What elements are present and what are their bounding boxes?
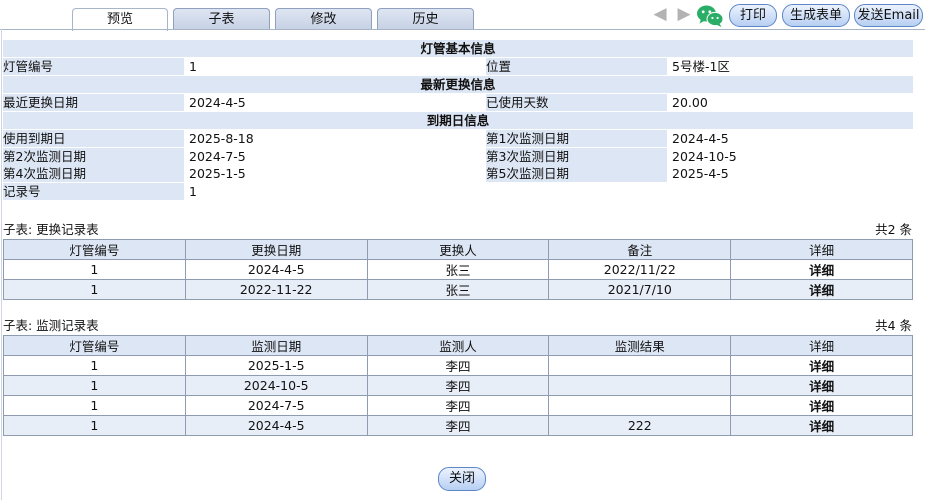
tab-edit[interactable]: 修改 xyxy=(275,8,372,30)
table-cell: 2024-10-5 xyxy=(184,375,368,396)
record-no-label: 记录号 xyxy=(3,183,184,200)
tab-subtable[interactable]: 子表 xyxy=(173,8,270,30)
column-header: 监测结果 xyxy=(548,335,732,356)
expiry-label: 使用到期日 xyxy=(3,130,184,147)
table-row: 1 2024-10-5 李四 详细 xyxy=(3,375,913,396)
section-header-basic: 灯管基本信息 xyxy=(3,40,913,57)
info-row: 第2次监测日期 2024-7-5 第3次监测日期 2024-10-5 xyxy=(3,148,913,165)
column-header: 监测人 xyxy=(366,335,550,356)
info-row: 第4次监测日期 2025-1-5 第5次监测日期 2025-4-5 xyxy=(3,165,913,182)
wechat-icon[interactable] xyxy=(696,4,724,28)
detail-link[interactable]: 详细 xyxy=(730,355,913,376)
detail-link[interactable]: 详细 xyxy=(730,375,913,396)
table-row: 1 2024-4-5 张三 2022/11/22 详细 xyxy=(3,259,913,280)
table-cell: 2022-11-22 xyxy=(184,279,368,300)
right-arrow-icon[interactable]: ▶ xyxy=(675,5,693,23)
table-cell: 1 xyxy=(3,279,186,300)
monitor-4-label: 第4次监测日期 xyxy=(3,165,184,182)
column-header: 更换日期 xyxy=(184,239,368,260)
table-cell xyxy=(548,395,732,416)
last-replace-value: 2024-4-5 xyxy=(189,95,246,110)
section-header-replace: 最新更换信息 xyxy=(3,76,913,93)
monitor-1-label: 第1次监测日期 xyxy=(486,130,667,147)
info-row: 灯管编号 1 位置 5号楼-1区 xyxy=(3,58,913,75)
column-header: 备注 xyxy=(548,239,732,260)
tab-bar-border xyxy=(0,29,925,30)
table-cell: 1 xyxy=(3,355,186,376)
table-cell: 2022/11/22 xyxy=(548,259,732,280)
close-button[interactable]: 关闭 xyxy=(438,467,486,491)
expiry-value: 2025-8-18 xyxy=(189,131,254,146)
tube-no-label: 灯管编号 xyxy=(3,58,184,75)
detail-link[interactable]: 详细 xyxy=(730,395,913,416)
monitor-table-title: 子表: 监测记录表 xyxy=(3,318,99,333)
table-header-row: 灯管编号 监测日期 监测人 监测结果 详细 xyxy=(3,335,913,356)
generate-form-button[interactable]: 生成表单 xyxy=(782,4,850,27)
replace-table: 灯管编号 更换日期 更换人 备注 详细 1 2024-4-5 张三 2022/1… xyxy=(3,239,913,300)
content-left-border xyxy=(1,29,2,500)
monitor-3-label: 第3次监测日期 xyxy=(486,148,667,165)
table-cell: 2025-1-5 xyxy=(184,355,368,376)
table-row: 1 2024-7-5 李四 详细 xyxy=(3,395,913,416)
table-cell: 2024-4-5 xyxy=(184,415,368,436)
info-row: 最近更换日期 2024-4-5 已使用天数 20.00 xyxy=(3,94,913,111)
record-no-value: 1 xyxy=(189,184,197,199)
table-row: 1 2025-1-5 李四 详细 xyxy=(3,355,913,376)
monitor-1-value: 2024-4-5 xyxy=(672,131,729,146)
table-cell: 1 xyxy=(3,259,186,280)
table-cell: 2024-4-5 xyxy=(184,259,368,280)
left-arrow-icon[interactable]: ◀ xyxy=(651,5,669,23)
last-replace-label: 最近更换日期 xyxy=(3,94,184,111)
table-cell: 李四 xyxy=(366,415,550,436)
location-value: 5号楼-1区 xyxy=(672,59,730,74)
detail-link[interactable]: 详细 xyxy=(730,259,913,280)
table-cell: 李四 xyxy=(366,355,550,376)
days-used-label: 已使用天数 xyxy=(486,94,667,111)
table-cell: 李四 xyxy=(366,375,550,396)
monitor-table-count: 共4 条 xyxy=(875,318,912,333)
table-row: 1 2024-4-5 李四 222 详细 xyxy=(3,415,913,436)
column-header: 更换人 xyxy=(366,239,550,260)
table-cell: 张三 xyxy=(366,279,550,300)
table-cell: 1 xyxy=(3,395,186,416)
table-cell: 张三 xyxy=(366,259,550,280)
replace-table-title: 子表: 更换记录表 xyxy=(3,222,99,237)
monitor-2-label: 第2次监测日期 xyxy=(3,148,184,165)
info-row: 使用到期日 2025-8-18 第1次监测日期 2024-4-5 xyxy=(3,130,913,147)
detail-link[interactable]: 详细 xyxy=(730,415,913,436)
monitor-4-value: 2025-1-5 xyxy=(189,166,246,181)
table-cell xyxy=(548,355,732,376)
table-row: 1 2022-11-22 张三 2021/7/10 详细 xyxy=(3,279,913,300)
tube-no-value: 1 xyxy=(189,59,197,74)
section-header-expiry: 到期日信息 xyxy=(3,112,913,129)
top-bar: 预览 子表 修改 历史 ◀ ▶ 打印 生成表单 发送Email xyxy=(0,0,925,31)
detail-link[interactable]: 详细 xyxy=(730,279,913,300)
table-cell xyxy=(548,375,732,396)
table-header-row: 灯管编号 更换日期 更换人 备注 详细 xyxy=(3,239,913,260)
monitor-5-label: 第5次监测日期 xyxy=(486,165,667,182)
send-email-button[interactable]: 发送Email xyxy=(854,4,923,27)
days-used-value: 20.00 xyxy=(672,95,708,110)
column-header: 灯管编号 xyxy=(3,239,186,260)
column-header: 监测日期 xyxy=(184,335,368,356)
monitor-5-value: 2025-4-5 xyxy=(672,166,729,181)
monitor-3-value: 2024-10-5 xyxy=(672,149,737,164)
table-cell: 李四 xyxy=(366,395,550,416)
replace-table-count: 共2 条 xyxy=(875,222,912,237)
table-cell: 1 xyxy=(3,415,186,436)
monitor-table: 灯管编号 监测日期 监测人 监测结果 详细 1 2025-1-5 李四 详细 1… xyxy=(3,335,913,436)
tab-history[interactable]: 历史 xyxy=(377,8,474,30)
table-cell: 2021/7/10 xyxy=(548,279,732,300)
column-header: 详细 xyxy=(730,239,913,260)
print-button[interactable]: 打印 xyxy=(729,4,777,27)
table-cell: 2024-7-5 xyxy=(184,395,368,416)
column-header: 详细 xyxy=(730,335,913,356)
info-row: 记录号 1 xyxy=(3,183,913,200)
monitor-2-value: 2024-7-5 xyxy=(189,149,246,164)
tab-preview[interactable]: 预览 xyxy=(72,8,168,31)
table-cell: 222 xyxy=(548,415,732,436)
column-header: 灯管编号 xyxy=(3,335,186,356)
table-cell: 1 xyxy=(3,375,186,396)
location-label: 位置 xyxy=(486,58,667,75)
